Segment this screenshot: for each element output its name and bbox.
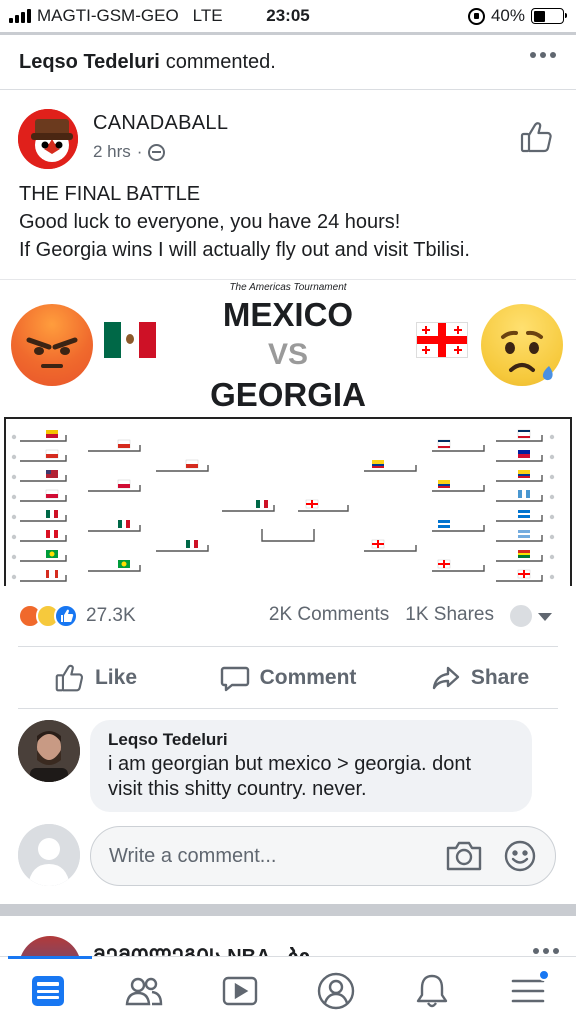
share-label: Share [470,666,530,689]
tab-menu[interactable] [480,957,576,1024]
next-story-more-icon[interactable] [533,948,559,954]
comment-button[interactable]: Comment [192,648,384,708]
like-page-icon[interactable] [520,120,554,159]
divider [18,646,558,647]
tournament-bracket [4,417,572,586]
tab-friends[interactable] [96,957,192,1024]
clock: 23:05 [266,6,310,25]
divider [0,89,576,90]
bottom-tab-bar [0,956,576,1024]
camera-icon[interactable] [445,839,483,878]
reaction-selector-caret-icon[interactable] [538,613,552,621]
tournament-label: The Americas Tournament [229,282,347,293]
tab-notifications[interactable] [384,957,480,1024]
commenter-avatar[interactable] [18,720,80,782]
like-reaction-icon [54,604,78,628]
watch-icon [222,976,258,1005]
carrier-name: MAGTI-GSM-GEO [37,6,179,25]
next-story-title[interactable]: ᲛᲔᲛᲝᲚᲔᲒᲘᲡ NBA - ბი [93,942,310,956]
comment-author[interactable]: Leqso Tedeluri [108,730,514,750]
reaction-summary[interactable]: 27.3K [18,604,136,628]
post-time[interactable]: 2 hrs [93,142,131,162]
comment-composer[interactable] [90,826,556,886]
mexico-flag-icon [104,322,156,358]
status-bar: MAGTI-GSM-GEO LTE 23:05 40% [0,0,576,32]
story-actor[interactable]: Leqso Tedeluri [19,51,160,74]
post-text-line: Good luck to everyone, you have 24 hours… [19,211,401,233]
bell-icon [416,974,448,1007]
comment-bubble[interactable]: Leqso Tedeluri i am georgian but mexico … [90,720,532,812]
page-name[interactable]: CANADABALL [93,112,228,135]
post-text: THE FINAL BATTLE Good luck to everyone, … [19,180,470,264]
angry-emoji-icon [11,304,93,386]
share-button[interactable]: Share [384,648,576,708]
status-divider [0,32,576,35]
comments-count[interactable]: 2K Comments [269,604,389,626]
viewer-avatar[interactable] [508,603,534,629]
my-avatar[interactable] [18,824,80,886]
more-options-icon[interactable] [530,52,556,58]
active-tab-indicator [8,956,92,959]
tab-profile[interactable] [288,957,384,1024]
page-avatar[interactable] [18,109,78,169]
network-type: LTE [192,6,223,25]
signal-icon [9,9,31,23]
comment-label: Comment [259,666,357,689]
sad-emoji-icon [481,304,563,386]
menu-notification-dot [538,969,550,981]
like-button[interactable]: Like [0,648,192,708]
battery-percent: 40% [490,6,525,25]
divider [18,708,558,709]
like-label: Like [94,666,138,689]
shares-count[interactable]: 1K Shares [405,604,494,626]
next-story-avatar[interactable] [19,936,81,956]
post-text-line: THE FINAL BATTLE [19,183,201,205]
georgia-flag-icon [416,322,468,358]
friends-icon [125,977,163,1005]
comment-text: i am georgian but mexico > georgia. dont… [108,752,514,802]
profile-icon [317,972,355,1009]
comment-input[interactable] [109,844,429,868]
post-image[interactable]: The Americas Tournament MEXICO VS GEORGI… [0,279,576,586]
engagement-counts: 2K Comments 1K Shares [269,604,494,626]
like-icon [55,664,84,692]
next-story[interactable]: ᲛᲔᲛᲝᲚᲔᲒᲘᲡ NBA - ბი [19,932,559,956]
tab-news-feed[interactable] [0,956,96,1024]
comment-text-line: i am georgian but mexico > georgia. dont [108,753,471,775]
tab-watch[interactable] [192,957,288,1024]
comment-icon [220,666,249,692]
emoji-icon[interactable] [503,839,537,878]
reaction-count: 27.3K [86,605,136,626]
post-meta: 2 hrs · [93,142,166,162]
globe-icon [148,143,166,161]
rotation-lock-icon [467,7,485,25]
feed-separator [0,904,576,916]
comment-text-line: visit this shitty country. never. [108,778,367,800]
meta-separator: · [136,142,143,161]
news-feed-icon [32,975,64,1006]
post-actions: Like Comment Share [0,648,576,708]
battery-icon [531,8,567,24]
story-action: commented. [165,50,276,73]
post-text-line: If Georgia wins I will actually fly out … [19,239,470,261]
share-icon [432,666,460,690]
story-header: Leqso Tedeluri commented. [19,40,560,84]
